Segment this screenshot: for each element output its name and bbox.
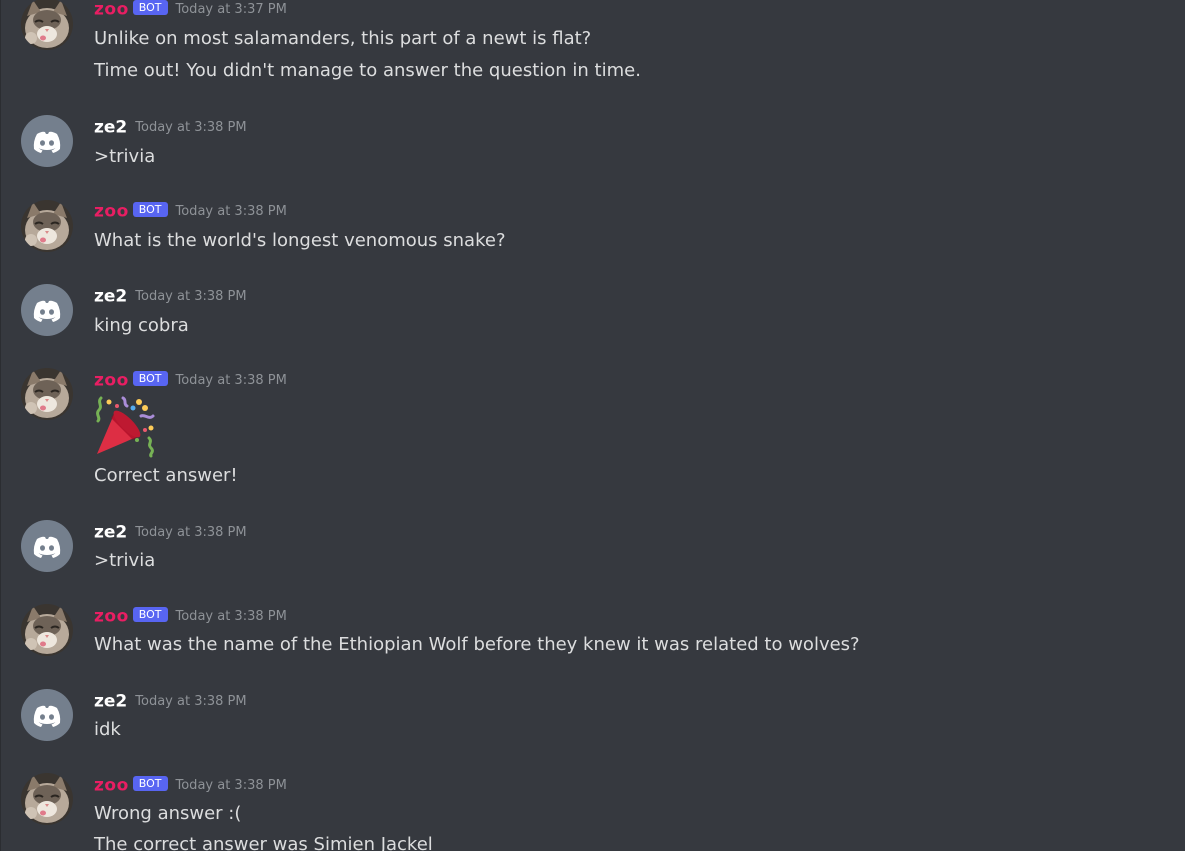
message-text: king cobra bbox=[94, 315, 189, 336]
message-text: Correct answer! bbox=[94, 465, 238, 486]
bot-tag: BOT bbox=[132, 607, 168, 622]
author-name[interactable]: zoo bbox=[94, 776, 129, 796]
author-name[interactable]: ze2 bbox=[94, 287, 127, 307]
message-text: What was the name of the Ethiopian Wolf … bbox=[94, 634, 860, 655]
cat-avatar-icon bbox=[21, 0, 73, 50]
author-name[interactable]: ze2 bbox=[94, 692, 127, 712]
author-name[interactable]: zoo bbox=[94, 0, 129, 20]
author-name[interactable]: zoo bbox=[94, 202, 129, 222]
message-header: ze2 Today at 3:38 PM bbox=[94, 691, 247, 713]
discord-default-avatar-icon bbox=[21, 689, 73, 741]
bot-avatar[interactable] bbox=[21, 604, 73, 656]
author-name[interactable]: zoo bbox=[94, 607, 129, 627]
timestamp: Today at 3:38 PM bbox=[135, 289, 247, 304]
author-name[interactable]: ze2 bbox=[94, 523, 127, 543]
timestamp: Today at 3:38 PM bbox=[175, 778, 287, 793]
message-text: >trivia bbox=[94, 550, 156, 571]
user-avatar[interactable] bbox=[21, 689, 73, 741]
discord-default-avatar-icon bbox=[21, 520, 73, 572]
message-header: ze2 Today at 3:38 PM bbox=[94, 286, 247, 308]
timestamp: Today at 3:38 PM bbox=[135, 525, 247, 540]
message-header: zoo BOT Today at 3:37 PM bbox=[94, 0, 287, 21]
bot-avatar[interactable] bbox=[21, 200, 73, 252]
timestamp: Today at 3:38 PM bbox=[135, 120, 247, 135]
author-name[interactable]: zoo bbox=[94, 371, 129, 391]
message-text: The correct answer was Simien Jackel bbox=[94, 834, 433, 851]
message-header: zoo BOT Today at 3:38 PM bbox=[94, 606, 287, 628]
message-header: zoo BOT Today at 3:38 PM bbox=[94, 370, 287, 392]
timestamp: Today at 3:38 PM bbox=[175, 373, 287, 388]
timestamp: Today at 3:37 PM bbox=[175, 2, 287, 17]
cat-avatar-icon bbox=[21, 368, 73, 420]
author-name[interactable]: ze2 bbox=[94, 118, 127, 138]
timestamp: Today at 3:38 PM bbox=[175, 204, 287, 219]
party-popper-icon bbox=[93, 394, 157, 458]
message-text: >trivia bbox=[94, 146, 156, 167]
cat-avatar-icon bbox=[21, 773, 73, 825]
cat-avatar-icon bbox=[21, 200, 73, 252]
bot-tag: BOT bbox=[132, 776, 168, 791]
message-header: zoo BOT Today at 3:38 PM bbox=[94, 775, 287, 797]
chat-messages: zoo BOT Today at 3:37 PM Unlike on most sa… bbox=[0, 0, 1185, 851]
bot-tag: BOT bbox=[132, 371, 168, 386]
timestamp: Today at 3:38 PM bbox=[135, 694, 247, 709]
user-avatar[interactable] bbox=[21, 284, 73, 336]
discord-default-avatar-icon bbox=[21, 115, 73, 167]
bot-tag: BOT bbox=[132, 202, 168, 217]
bot-tag: BOT bbox=[132, 0, 168, 15]
bot-avatar[interactable] bbox=[21, 368, 73, 420]
bot-avatar[interactable] bbox=[21, 0, 73, 50]
bot-avatar[interactable] bbox=[21, 773, 73, 825]
message-text: idk bbox=[94, 719, 121, 740]
message-header: ze2 Today at 3:38 PM bbox=[94, 522, 247, 544]
message-text: What is the world's longest venomous sna… bbox=[94, 230, 506, 251]
message-text: Time out! You didn't manage to answer th… bbox=[94, 60, 641, 81]
cat-avatar-icon bbox=[21, 604, 73, 656]
discord-default-avatar-icon bbox=[21, 284, 73, 336]
timestamp: Today at 3:38 PM bbox=[175, 609, 287, 624]
message-header: zoo BOT Today at 3:38 PM bbox=[94, 201, 287, 223]
message-header: ze2 Today at 3:38 PM bbox=[94, 117, 247, 139]
message-text: Wrong answer :( bbox=[94, 803, 242, 824]
user-avatar[interactable] bbox=[21, 115, 73, 167]
user-avatar[interactable] bbox=[21, 520, 73, 572]
message-text: Unlike on most salamanders, this part of… bbox=[94, 28, 592, 49]
